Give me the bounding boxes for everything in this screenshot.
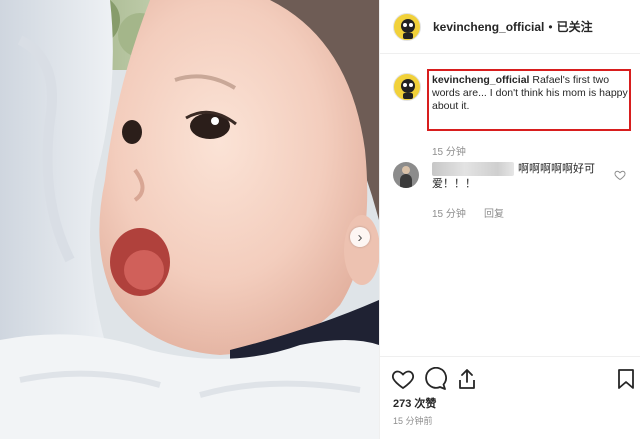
post-photo[interactable]: › bbox=[0, 0, 379, 439]
header-separator: • bbox=[548, 19, 553, 34]
post-side-panel: kevincheng_official • 已关注 kevincheng_off… bbox=[379, 0, 640, 439]
comment-like-heart-icon[interactable] bbox=[614, 169, 626, 181]
commenter-avatar[interactable] bbox=[393, 162, 419, 188]
baby-photo-image bbox=[0, 0, 379, 439]
share-icon[interactable] bbox=[455, 367, 479, 391]
commenter-username-blurred[interactable]: jingmengyang bbox=[432, 162, 514, 176]
post-caption: kevincheng_official Rafael's first two w… bbox=[432, 74, 630, 113]
heart-icon[interactable] bbox=[391, 367, 415, 391]
author-username[interactable]: kevincheng_official bbox=[433, 20, 544, 34]
caption-username[interactable]: kevincheng_official bbox=[432, 74, 529, 86]
author-avatar[interactable] bbox=[393, 12, 421, 41]
comment-icon[interactable] bbox=[423, 367, 447, 391]
next-photo-button[interactable]: › bbox=[350, 227, 370, 247]
post-actions-bar: 273 次赞 15 分钟前 bbox=[380, 356, 640, 440]
instagram-post: › kevincheng_official • 已关注 kevincheng_o… bbox=[0, 0, 640, 439]
posted-time: 15 分钟前 bbox=[393, 416, 433, 426]
likes-count[interactable]: 273 次赞 bbox=[393, 395, 436, 411]
caption-avatar[interactable] bbox=[393, 73, 421, 101]
cartoon-avatar-icon bbox=[401, 79, 415, 99]
reply-button[interactable]: 回复 bbox=[484, 205, 504, 220]
follow-status-button[interactable]: 已关注 bbox=[557, 18, 593, 35]
cartoon-avatar-icon bbox=[401, 18, 415, 39]
chevron-right-icon: › bbox=[357, 228, 363, 246]
bookmark-icon[interactable] bbox=[614, 367, 638, 391]
comment-time: 15 分钟 bbox=[432, 209, 466, 220]
post-header: kevincheng_official • 已关注 bbox=[380, 0, 640, 54]
caption-time: 15 分钟 bbox=[432, 147, 466, 158]
